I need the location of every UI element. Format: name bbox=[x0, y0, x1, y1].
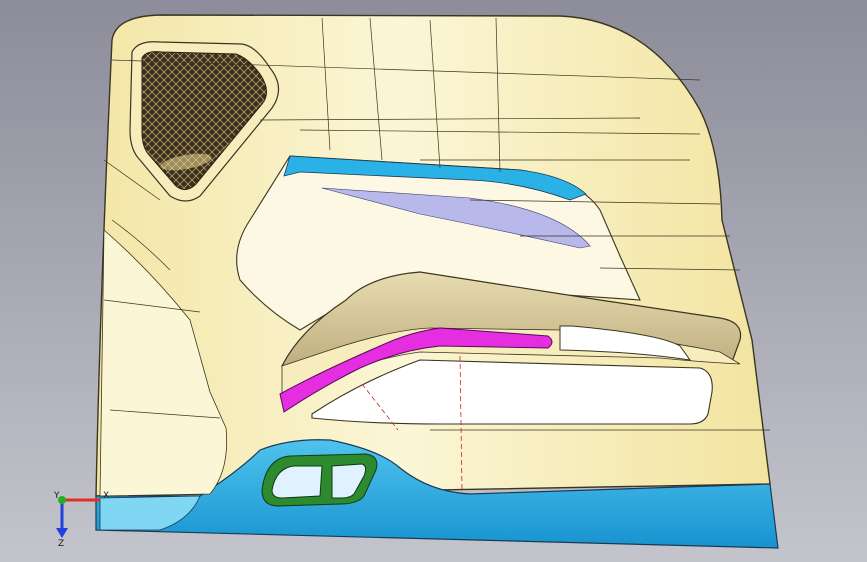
coordinate-triad: X Y Z bbox=[53, 491, 109, 548]
door-trim-panel-model[interactable] bbox=[0, 0, 867, 562]
z-arrow-icon bbox=[56, 528, 68, 538]
cad-viewport[interactable]: X Y Z bbox=[0, 0, 867, 562]
door-handle-ring[interactable] bbox=[261, 453, 378, 507]
z-axis-label: Z bbox=[58, 539, 64, 548]
y-axis-label: Y bbox=[53, 491, 60, 501]
x-axis-label: X bbox=[103, 491, 109, 501]
